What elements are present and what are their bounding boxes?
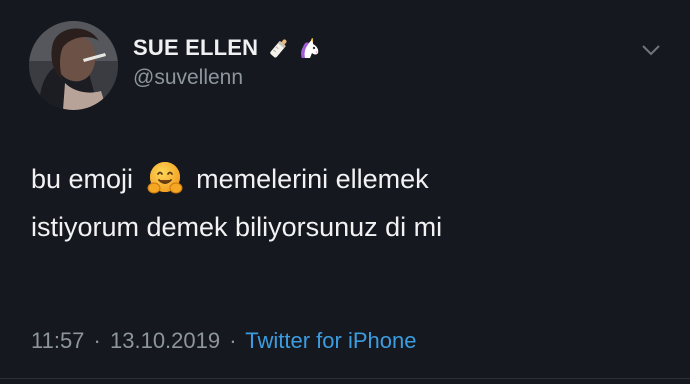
divider [0,378,690,379]
baby-bottle-icon [266,35,292,61]
meta-separator: · [229,328,237,353]
display-name[interactable]: SUE ELLEN [133,35,258,61]
tweet-card: SUE ELLEN @suvellenn bu emoji memelerini… [0,0,690,384]
meta-separator: · [93,328,101,353]
avatar-photo [29,21,118,110]
tweet-text-line-2: istiyorum demek biliyorsunuz di mi [31,212,443,242]
tweet-text-part-2: memelerini ellemek [196,164,429,194]
chevron-down-icon[interactable] [640,42,662,58]
unicorn-icon [296,35,322,61]
tweet-date[interactable]: 13.10.2019 [110,328,220,353]
tweet-text: bu emoji memelerini ellemek istiyorum de… [31,155,651,251]
hugging-face-icon [145,158,185,198]
tweet-source-link[interactable]: Twitter for iPhone [245,328,416,353]
tweet-text-part-1: bu emoji [31,164,134,194]
name-row: SUE ELLEN [133,34,322,62]
user-handle[interactable]: @suvellenn [133,66,243,90]
tweet-meta: 11:57 · 13.10.2019 · Twitter for iPhone [31,328,416,354]
tweet-text-line-1: bu emoji memelerini ellemek [31,155,651,203]
avatar[interactable] [29,21,118,110]
tweet-time[interactable]: 11:57 [31,328,84,353]
